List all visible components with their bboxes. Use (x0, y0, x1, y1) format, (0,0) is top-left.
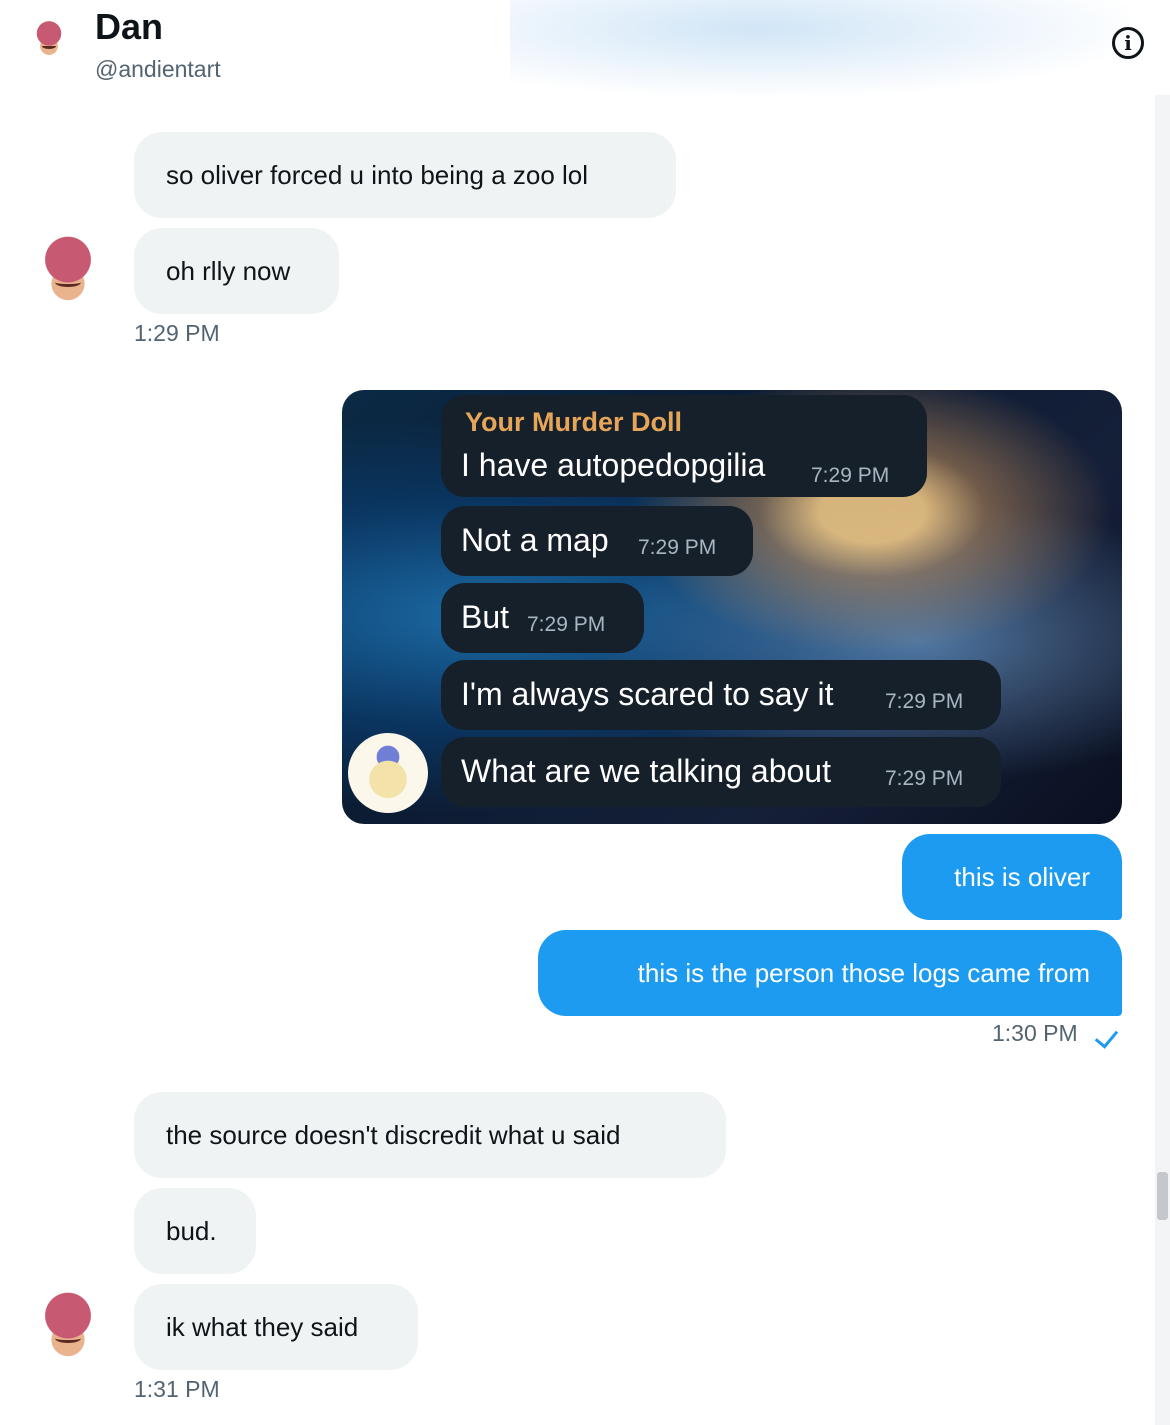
telegram-message-time: 7:29 PM (811, 464, 890, 487)
outgoing-message[interactable]: this is the person those logs came from (538, 930, 1122, 1016)
telegram-sender-name: Your Murder Doll (465, 407, 683, 437)
incoming-message[interactable]: ik what they said (134, 1284, 418, 1370)
sender-avatar[interactable] (30, 1290, 106, 1370)
telegram-message-time: 7:29 PM (527, 613, 606, 636)
telegram-message: Your Murder Doll I have autopedopgilia 7… (441, 395, 927, 497)
conversation-header: Dan @andientart i (0, 0, 1170, 100)
message-timestamp: 1:29 PM (134, 320, 220, 346)
sender-avatar[interactable] (30, 234, 106, 314)
incoming-message[interactable]: oh rlly now (134, 228, 339, 314)
message-timestamp: 1:30 PM (992, 1020, 1078, 1046)
telegram-avatar (348, 733, 428, 813)
telegram-message-text: But (461, 599, 510, 635)
incoming-message[interactable]: bud. (134, 1188, 256, 1274)
incoming-message[interactable]: the source doesn't discredit what u said (134, 1092, 726, 1178)
attached-image[interactable]: Your Murder Doll I have autopedopgilia 7… (342, 390, 1122, 824)
header-background (510, 0, 1130, 95)
contact-name[interactable]: Dan (95, 6, 163, 48)
telegram-message: Not a map 7:29 PM (441, 506, 753, 576)
outgoing-message[interactable]: this is oliver (902, 834, 1122, 920)
telegram-message-time: 7:29 PM (885, 690, 964, 713)
message-timestamp: 1:31 PM (134, 1376, 220, 1402)
contact-avatar[interactable] (28, 20, 70, 62)
telegram-message: What are we talking about 7:29 PM (441, 737, 1001, 807)
telegram-message-text: Not a map (461, 522, 609, 558)
scrollbar-thumb[interactable] (1157, 1172, 1168, 1220)
info-icon[interactable]: i (1112, 27, 1144, 59)
telegram-message-text: What are we talking about (461, 753, 831, 789)
incoming-message[interactable]: so oliver forced u into being a zoo lol (134, 132, 676, 218)
sent-check-icon (1094, 1024, 1119, 1049)
telegram-message-text: I have autopedopgilia (461, 447, 766, 483)
contact-handle[interactable]: @andientart (95, 56, 221, 83)
telegram-message-text: I'm always scared to say it (461, 676, 834, 712)
telegram-message: I'm always scared to say it 7:29 PM (441, 660, 1001, 730)
telegram-message-time: 7:29 PM (638, 536, 717, 559)
telegram-message-time: 7:29 PM (885, 767, 964, 790)
scrollbar-track[interactable] (1155, 95, 1170, 1425)
telegram-message: But 7:29 PM (441, 583, 644, 653)
